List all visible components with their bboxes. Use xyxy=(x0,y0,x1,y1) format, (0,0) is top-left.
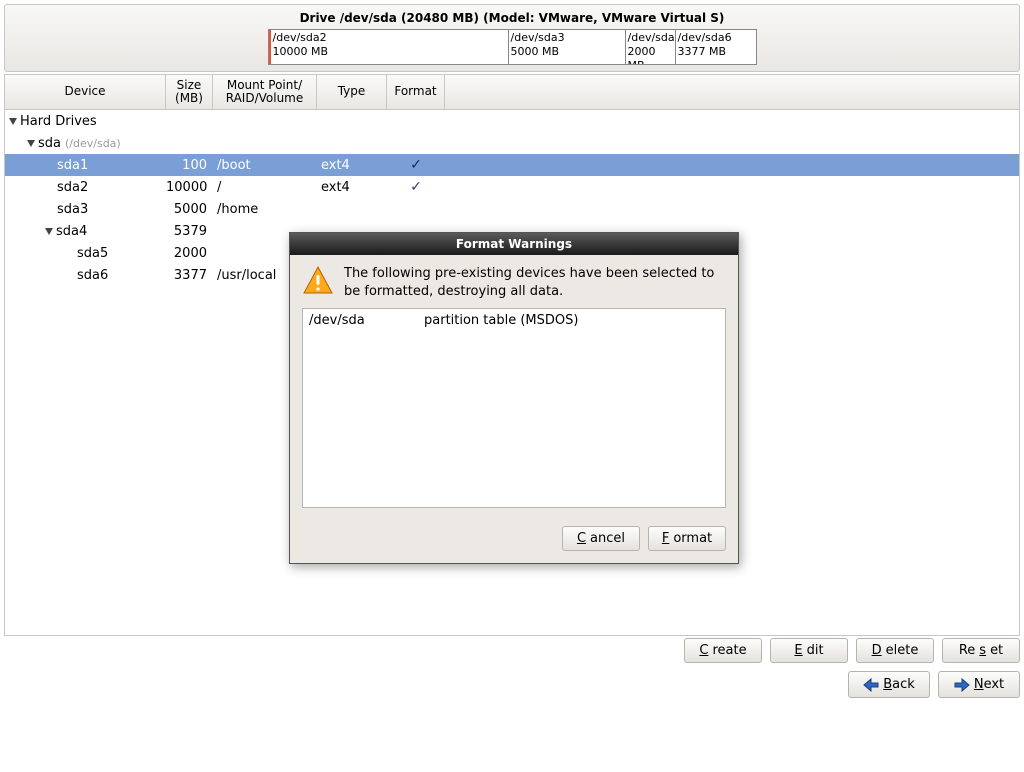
tree-row-partition[interactable]: sda2 10000 / ext4 ✓ xyxy=(5,176,1019,198)
tree-row-harddrives[interactable]: Hard Drives xyxy=(5,110,1019,132)
arrow-right-icon xyxy=(954,678,970,692)
edit-button[interactable]: Edit xyxy=(770,638,848,663)
format-device-list[interactable]: /dev/sda partition table (MSDOS) xyxy=(302,308,726,508)
expander-icon[interactable] xyxy=(45,228,53,235)
expander-icon[interactable] xyxy=(9,118,17,125)
arrow-left-icon xyxy=(863,678,879,692)
col-header-device[interactable]: Device xyxy=(5,75,166,109)
next-button[interactable]: Next xyxy=(938,671,1020,698)
format-warnings-dialog: Format Warnings The following pre-existi… xyxy=(289,232,739,564)
col-header-size[interactable]: Size (MB) xyxy=(166,75,213,109)
format-button[interactable]: Format xyxy=(648,526,726,551)
delete-button[interactable]: Delete xyxy=(856,638,934,663)
tree-row-disk[interactable]: sda(/dev/sda) xyxy=(5,132,1019,154)
expander-icon[interactable] xyxy=(27,140,35,147)
diagram-slot[interactable]: /dev/sda6 3377 MB xyxy=(676,30,756,64)
col-header-mount[interactable]: Mount Point/ RAID/Volume xyxy=(213,75,317,109)
tree-row-partition[interactable]: sda1 100 /boot ext4 ✓ xyxy=(5,154,1019,176)
list-item[interactable]: /dev/sda partition table (MSDOS) xyxy=(309,313,719,328)
check-icon: ✓ xyxy=(410,179,422,195)
tree-row-partition[interactable]: sda3 5000 /home xyxy=(5,198,1019,220)
warning-icon xyxy=(302,265,334,297)
drive-summary-panel: Drive /dev/sda (20480 MB) (Model: VMware… xyxy=(4,4,1020,72)
col-header-type[interactable]: Type xyxy=(317,75,387,109)
dialog-message: The following pre-existing devices have … xyxy=(344,265,726,300)
dialog-title: Format Warnings xyxy=(290,233,738,255)
tree-header: Device Size (MB) Mount Point/ RAID/Volum… xyxy=(5,75,1019,110)
partition-diagram: /dev/sda2 10000 MB /dev/sda3 5000 MB /de… xyxy=(268,29,757,65)
col-header-format[interactable]: Format xyxy=(387,75,445,109)
wizard-nav: Back Next xyxy=(4,671,1020,698)
check-icon: ✓ xyxy=(410,157,422,173)
drive-title: Drive /dev/sda (20480 MB) (Model: VMware… xyxy=(300,11,725,25)
diagram-slot[interactable]: /dev/sda5 2000 MB xyxy=(626,30,676,64)
back-button[interactable]: Back xyxy=(848,671,930,698)
diagram-slot[interactable]: /dev/sda3 5000 MB xyxy=(509,30,626,64)
reset-button[interactable]: Reset xyxy=(942,638,1020,663)
diagram-slot[interactable]: /dev/sda2 10000 MB xyxy=(269,30,509,64)
partition-toolbar: Create Edit Delete Reset xyxy=(4,638,1020,663)
create-button[interactable]: Create xyxy=(684,638,762,663)
cancel-button[interactable]: Cancel xyxy=(562,526,640,551)
